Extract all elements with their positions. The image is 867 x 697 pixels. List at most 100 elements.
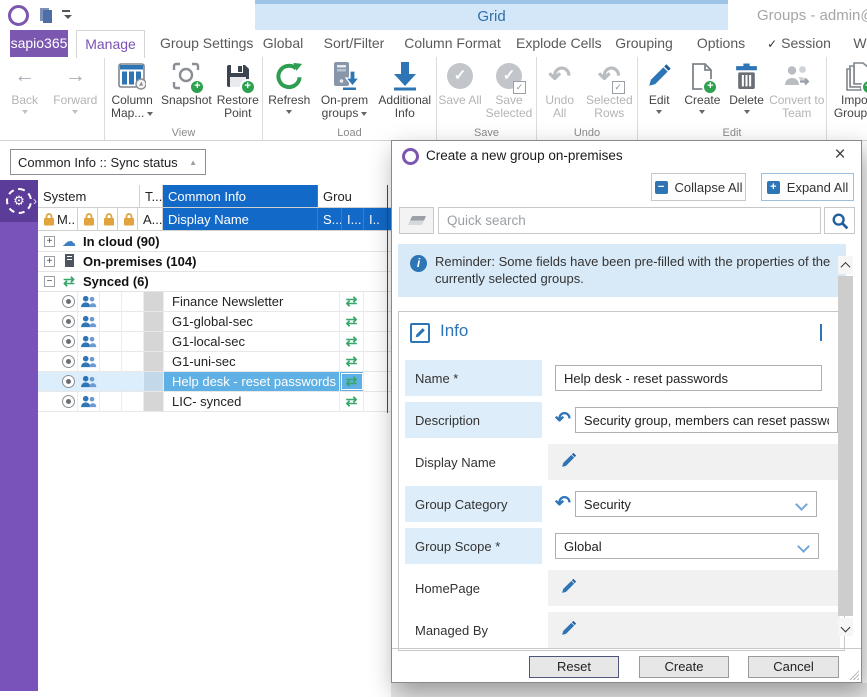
tab-window-clipped[interactable]: W [853,30,867,57]
tab-sort-filter[interactable]: Sort/Filter [321,30,387,57]
expander-icon[interactable]: − [44,276,55,287]
dropdown-caret-icon [72,110,78,114]
tree-group-on-premises[interactable]: + On-premises (104) [38,252,391,272]
undo-icon[interactable]: ↶ [555,410,571,430]
scrollbar-thumb[interactable] [838,276,853,616]
table-row[interactable]: G1-global-sec ⇄ [38,312,391,332]
radio-icon[interactable] [62,355,75,368]
tab-grouping[interactable]: Grouping [614,30,674,57]
contextual-tab-group: Grid [255,0,728,30]
undo-all-button[interactable]: ↶ Undo All [538,60,582,120]
table-row[interactable]: G1-uni-sec ⇄ [38,352,391,372]
refresh-button[interactable]: Refresh [265,60,313,114]
table-row-selected[interactable]: Help desk - reset passwords ⇄ [38,372,391,392]
back-button[interactable]: ← Back [3,60,47,114]
radio-icon[interactable] [62,295,75,308]
tab-group-settings[interactable]: Group Settings [160,30,244,57]
tab-column-format[interactable]: Column Format [402,30,503,57]
save-selected-button[interactable]: ✓✓ Save Selected [483,60,535,120]
undo-selected-rows-button[interactable]: ↶✓ Selected Rows [582,60,636,120]
onprem-server-download-icon [331,60,359,92]
scroll-up-icon[interactable] [838,256,853,274]
collapse-arrow-icon[interactable]: ▲ [189,158,205,167]
column-header-lock-2[interactable] [98,208,118,230]
search-icon [831,212,849,230]
group-header-group[interactable]: Grou [318,185,391,207]
undo-icon[interactable]: ↶ [555,494,571,514]
expander-icon[interactable]: + [44,236,55,247]
sidebar-module-button[interactable]: ⚙ › [0,180,38,222]
cancel-button[interactable]: Cancel [748,656,839,678]
column-header-a[interactable]: A... [138,208,163,230]
snapshot-icon: + [172,60,200,92]
import-groups-button[interactable]: + Import Groups [827,60,867,120]
dropdown-caret-icon [656,110,662,114]
sync-icon: ⇄ [346,293,358,310]
expand-all-button[interactable]: + Expand All [761,173,854,201]
scroll-down-icon[interactable] [838,618,853,636]
view-selector[interactable]: Common Info :: Sync status ▲ [10,149,206,175]
tab-explode-cells[interactable]: Explode Cells [516,30,594,57]
create-button[interactable]: Create [639,656,729,678]
create-button[interactable]: + Create [680,60,724,114]
column-header-lock-3[interactable] [118,208,138,230]
description-input[interactable] [575,407,838,433]
tab-options[interactable]: Options [693,30,749,57]
radio-icon[interactable] [62,335,75,348]
group-scope-select[interactable]: Global [555,533,819,559]
forward-button[interactable]: → Forward [49,60,101,114]
tab-manage[interactable]: Manage [76,30,145,58]
info-section-header[interactable]: Info [399,312,844,354]
convert-to-team-button[interactable]: Convert to Team [769,60,825,120]
resize-grip[interactable] [848,669,859,680]
name-input[interactable] [555,365,822,391]
group-category-select[interactable]: Security [575,491,817,517]
collapse-all-button[interactable]: − Collapse All [651,173,746,201]
tab-sapio365[interactable]: sapio365 [10,30,68,57]
column-map-button[interactable]: Column Map... [105,60,159,120]
additional-info-button[interactable]: Additional Info [376,60,434,120]
column-header-display-name[interactable]: Display Name [163,208,318,230]
radio-icon[interactable] [62,395,75,408]
quick-access-caret-icon[interactable] [64,15,72,19]
group-header-system[interactable]: System [38,185,140,207]
save-all-button[interactable]: ✓ Save All [438,60,482,107]
radio-icon[interactable] [62,315,75,328]
close-icon[interactable]: × [829,144,851,166]
group-header-common-info[interactable]: Common Info [163,185,318,207]
column-header-m[interactable]: M.. [38,208,78,230]
save-all-check-icon: ✓ [447,60,473,92]
onprem-groups-button[interactable]: On-prem groups [316,60,374,120]
column-header-i1[interactable]: I... [342,208,364,230]
table-row[interactable]: G1-local-sec ⇄ [38,332,391,352]
reset-button[interactable]: Reset [529,656,619,678]
tab-session[interactable]: ✓Session [766,30,832,57]
tab-global[interactable]: Global [258,30,308,57]
search-input[interactable] [438,207,821,234]
clear-search-button[interactable] [399,207,434,234]
expander-icon[interactable]: + [44,256,55,267]
tree-group-in-cloud[interactable]: + ☁ In cloud (90) [38,232,391,252]
table-row[interactable]: Finance Newsletter ⇄ [38,292,391,312]
edit-button[interactable]: Edit [639,60,679,114]
edit-pencil-icon[interactable] [560,452,577,472]
restore-point-button[interactable]: + Restore Point [214,60,262,120]
edit-pencil-icon[interactable] [560,620,577,640]
delete-button[interactable]: Delete [726,60,768,114]
ribbon-group-nav: ← Back → Forward [0,57,105,140]
snapshot-button[interactable]: + Snapshot [159,60,213,107]
chevron-down-icon [797,540,810,553]
edit-pencil-icon[interactable] [560,578,577,598]
tree-group-synced[interactable]: − ⇄ Synced (6) [38,272,391,292]
dropdown-caret-icon [286,110,292,114]
table-row[interactable]: LIC- synced ⇄ [38,392,391,412]
column-header-lock-1[interactable] [78,208,98,230]
column-header-s[interactable]: S... [318,208,342,230]
radio-icon[interactable] [62,375,75,388]
search-button[interactable] [824,207,855,234]
dialog-scrollbar[interactable] [838,256,853,636]
chevron-down-icon[interactable] [820,324,822,339]
group-header-t[interactable]: T... [140,185,163,207]
window-switch-icon[interactable] [40,8,49,21]
delete-trash-icon [735,60,758,92]
